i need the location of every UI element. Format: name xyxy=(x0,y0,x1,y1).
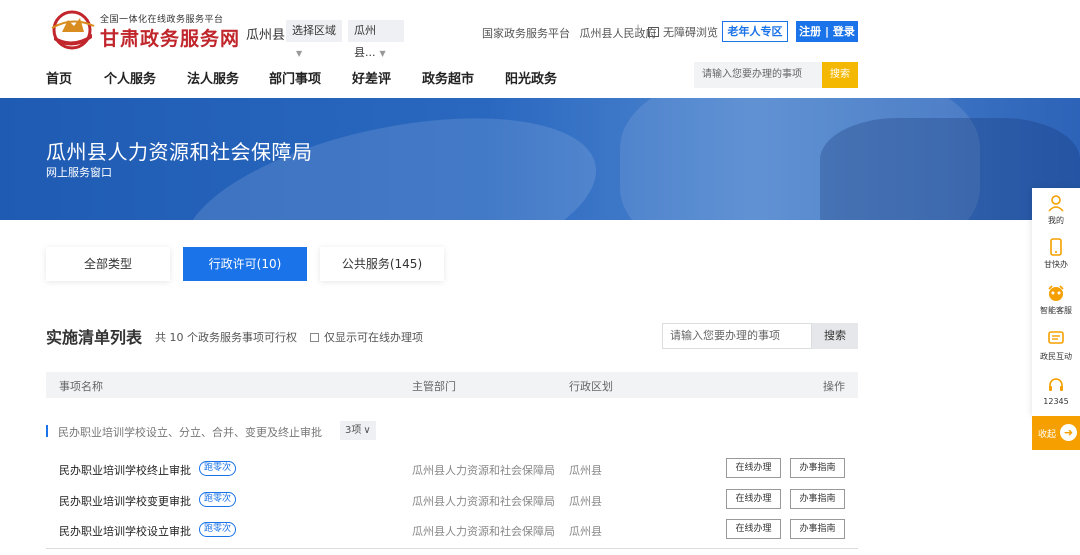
column-header-dept: 主管部门 xyxy=(412,380,456,393)
department-subtitle: 网上服务窗口 xyxy=(46,166,112,179)
top-links: 国家政务服务平台 瓜州县人民政府 xyxy=(482,25,657,41)
nav-item-evaluation[interactable]: 好差评 xyxy=(352,68,391,87)
float-item-label: 智能客服 xyxy=(1040,306,1072,315)
accessibility-label: 无障碍浏览 xyxy=(663,26,718,39)
float-collapse-button[interactable]: 收起 ➜ xyxy=(1032,416,1080,450)
list-title: 实施清单列表 xyxy=(46,328,143,347)
table-row: 民办职业培训学校变更审批 跑零次 瓜州县人力资源和社会保障局 瓜州县 在线办理 … xyxy=(46,486,858,516)
checkbox-icon[interactable] xyxy=(310,333,319,342)
nav-search-button[interactable]: 搜索 xyxy=(822,62,858,88)
department-banner: 瓜州县人力资源和社会保障局 网上服务窗口 xyxy=(0,98,1080,220)
top-separator: | xyxy=(636,23,641,37)
register-login-button[interactable]: 注册 | 登录 xyxy=(796,21,858,42)
table-header: 事项名称 主管部门 行政区划 操作 xyxy=(46,372,858,398)
region-select[interactable]: 选择区域 ▼ xyxy=(286,20,342,58)
online-only-checkbox[interactable]: 仅显示可在线办理项 xyxy=(310,329,423,345)
top-header: 全国一体化在线政务服务平台 甘肃政务服务网 瓜州县 选择区域▼ 瓜州县... ▼ … xyxy=(0,0,1080,59)
guide-button[interactable]: 办事指南 xyxy=(790,489,845,509)
column-header-action: 操作 xyxy=(823,380,845,393)
column-header-name: 事项名称 xyxy=(59,380,103,393)
region-select-label: 选择区域 xyxy=(292,24,336,37)
float-service-panel: 我的 甘快办 智能客服 政民互动 12345 xyxy=(1032,188,1080,416)
logo-title[interactable]: 甘肃政务服务网 xyxy=(100,24,240,51)
tab-admin-permit[interactable]: 行政许可(10) xyxy=(183,247,307,281)
float-item-label: 我的 xyxy=(1048,216,1064,225)
nav-item-personal[interactable]: 个人服务 xyxy=(104,68,156,87)
chevron-down-icon: ▼ xyxy=(296,49,303,58)
table-divider xyxy=(46,548,858,549)
group-title[interactable]: 民办职业培训学校设立、分立、合并、变更及终止审批 xyxy=(58,424,322,440)
department-title: 瓜州县人力资源和社会保障局 xyxy=(46,140,313,164)
region-value-select[interactable]: 瓜州县... ▼ xyxy=(348,20,404,59)
item-dept: 瓜州县人力资源和社会保障局 xyxy=(412,525,555,538)
tab-public-service[interactable]: 公共服务(145) xyxy=(320,247,444,281)
online-handle-button[interactable]: 在线办理 xyxy=(726,519,781,539)
float-item-label: 甘快办 xyxy=(1044,260,1068,269)
chevron-down-icon: ▼ xyxy=(379,49,386,58)
nav-item-market[interactable]: 政务超市 xyxy=(422,68,474,87)
nav-item-departments[interactable]: 部门事项 xyxy=(269,68,321,87)
group-count: 3项 xyxy=(345,425,362,436)
tab-all-types[interactable]: 全部类型 xyxy=(46,247,170,281)
guide-button[interactable]: 办事指南 xyxy=(790,519,845,539)
online-only-label: 仅显示可在线办理项 xyxy=(324,331,423,344)
arrow-right-icon: ➜ xyxy=(1060,424,1077,441)
accessibility-link[interactable]: 无障碍浏览 xyxy=(648,24,718,40)
national-platform-link[interactable]: 国家政务服务平台 xyxy=(482,27,570,40)
float-item-hotline[interactable]: 12345 xyxy=(1032,376,1080,406)
item-area: 瓜州县 xyxy=(569,525,602,538)
item-dept: 瓜州县人力资源和社会保障局 xyxy=(412,495,555,508)
zero-trip-tag: 跑零次 xyxy=(199,461,237,476)
float-item-label: 政民互动 xyxy=(1040,352,1072,361)
online-handle-button[interactable]: 在线办理 xyxy=(726,489,781,509)
float-item-interaction[interactable]: 政民互动 xyxy=(1032,330,1080,362)
item-name[interactable]: 民办职业培训学校设立审批 xyxy=(59,523,191,539)
item-area: 瓜州县 xyxy=(569,464,602,477)
nav-item-sunshine[interactable]: 阳光政务 xyxy=(505,68,557,87)
float-item-label: 12345 xyxy=(1043,397,1069,406)
user-icon xyxy=(1048,195,1064,212)
float-item-mine[interactable]: 我的 xyxy=(1032,194,1080,226)
table-row: 民办职业培训学校设立审批 跑零次 瓜州县人力资源和社会保障局 瓜州县 在线办理 … xyxy=(46,516,858,546)
item-name[interactable]: 民办职业培训学校终止审批 xyxy=(59,462,191,478)
nav-search-input[interactable]: 请输入您要办理的事项 xyxy=(694,62,822,88)
chat-icon xyxy=(1048,331,1064,344)
accessibility-icon xyxy=(648,27,659,37)
list-count: 共 10 个政务服务事项可行权 xyxy=(155,331,297,344)
headset-icon xyxy=(1049,378,1063,391)
table-row: 民办职业培训学校终止审批 跑零次 瓜州县人力资源和社会保障局 瓜州县 在线办理 … xyxy=(46,455,858,485)
float-item-smart-service[interactable]: 智能客服 xyxy=(1032,284,1080,316)
float-item-gankuaiban[interactable]: 甘快办 xyxy=(1032,238,1080,270)
item-dept: 瓜州县人力资源和社会保障局 xyxy=(412,464,555,477)
logo-icon[interactable] xyxy=(46,8,100,52)
elder-zone-button[interactable]: 老年人专区 xyxy=(722,21,788,42)
phone-icon xyxy=(1050,238,1062,256)
main-nav: 首页 个人服务 法人服务 部门事项 好差评 政务超市 阳光政务 xyxy=(0,60,1080,92)
county-gov-link[interactable]: 瓜州县人民政府 xyxy=(580,27,657,40)
nav-item-home[interactable]: 首页 xyxy=(46,68,72,87)
zero-trip-tag: 跑零次 xyxy=(199,522,237,537)
region-select-value: 瓜州县... xyxy=(354,24,376,59)
item-area: 瓜州县 xyxy=(569,495,602,508)
list-search-button[interactable]: 搜索 xyxy=(812,323,858,349)
item-name[interactable]: 民办职业培训学校变更审批 xyxy=(59,493,191,509)
group-indicator xyxy=(46,425,48,437)
zero-trip-tag: 跑零次 xyxy=(199,492,237,507)
current-region: 瓜州县 xyxy=(246,28,286,43)
collapse-label: 收起 xyxy=(1038,430,1057,440)
nav-item-legal[interactable]: 法人服务 xyxy=(187,68,239,87)
robot-icon xyxy=(1048,285,1064,301)
chevron-down-icon: ∨ xyxy=(363,425,371,436)
column-header-area: 行政区划 xyxy=(569,380,613,393)
list-search-input[interactable]: 请输入您要办理的事项 xyxy=(662,323,812,349)
guide-button[interactable]: 办事指南 xyxy=(790,458,845,478)
online-handle-button[interactable]: 在线办理 xyxy=(726,458,781,478)
group-expand-badge[interactable]: 3项 ∨ xyxy=(340,421,376,440)
